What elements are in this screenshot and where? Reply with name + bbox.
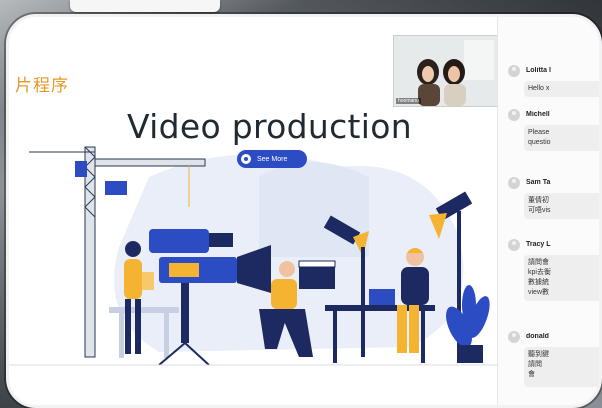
chat-sender-name: Tracy L (526, 241, 551, 248)
play-icon (241, 154, 251, 164)
screen: 片程序 Video production See More hoomanu Lo… (6, 14, 602, 408)
crane-counterweight (75, 161, 87, 177)
avatar (508, 177, 520, 189)
chat-sender-name: Michell (526, 111, 550, 118)
avatar (508, 109, 520, 121)
presentation-slide: 片程序 Video production See More hoomanu (9, 17, 499, 405)
chat-sender-name: donald (526, 333, 549, 340)
see-more-button[interactable]: See More (237, 150, 307, 168)
chat-bubble: 聽到鍵 請問 會 (524, 347, 599, 387)
webcam-video (394, 36, 498, 106)
avatar (508, 331, 520, 343)
chat-sender-name: Lolitta l (526, 67, 551, 74)
chat-bubble: 請問會 kpi去衡 數據統 view數 (524, 255, 599, 301)
chat-bubble: 董倩初 可唔vis (524, 193, 599, 219)
see-more-label: See More (257, 155, 288, 163)
webcam-thumbnail[interactable]: hoomanu (393, 35, 499, 107)
crane-cab (105, 181, 127, 195)
avatar (508, 239, 520, 251)
frame-top-chip (70, 0, 220, 12)
chat-panel[interactable]: Lolitta l Hello x Michell Please questio… (497, 17, 599, 405)
slide-section-title: 片程序 (15, 76, 69, 96)
avatar (508, 65, 520, 77)
chat-bubble: Please questio (524, 125, 599, 151)
webcam-name-label: hoomanu (396, 98, 421, 104)
chat-sender-name: Sam Ta (526, 179, 551, 186)
chat-bubble: Hello x (524, 81, 599, 97)
